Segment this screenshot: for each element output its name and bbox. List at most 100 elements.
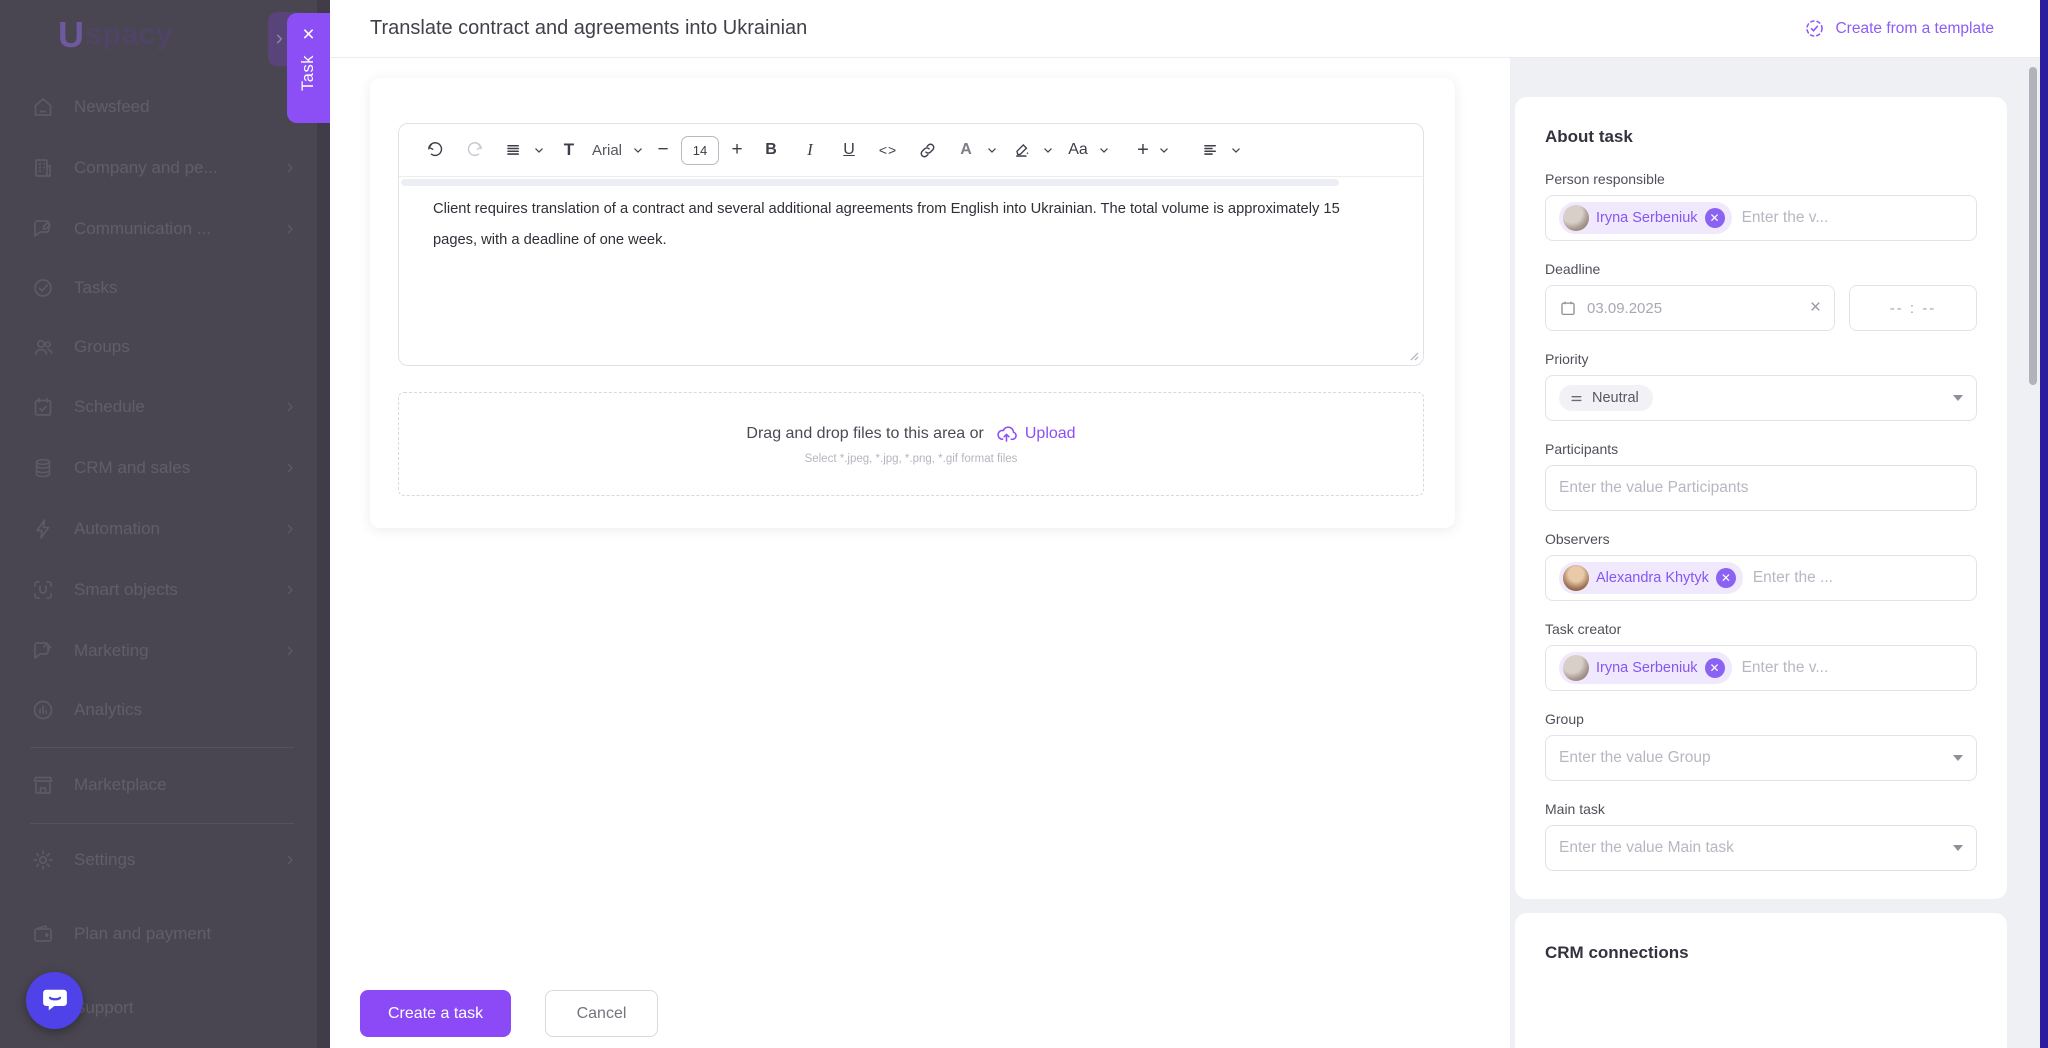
file-dropzone[interactable]: Drag and drop files to this area or Uplo… (398, 392, 1424, 496)
field-label: Person responsible (1545, 171, 1665, 187)
italic-button[interactable]: I (794, 133, 826, 167)
align-left-icon (1194, 133, 1226, 167)
bold-button[interactable]: B (755, 133, 787, 167)
rich-text-editor[interactable]: T Arial − 14 + B I U <> A Aa + Client re… (398, 123, 1424, 366)
crm-connections-heading: CRM connections (1545, 943, 1689, 962)
create-from-template-button[interactable]: Create from a template (1804, 18, 1994, 39)
deadline-time-value: -- : -- (1889, 299, 1937, 317)
observers-input[interactable]: Alexandra Khytyk ✕ Enter the ... (1545, 555, 1977, 601)
sidebar-item-company[interactable]: Company and pe... (30, 148, 304, 188)
sidebar-item-newsfeed[interactable]: Newsfeed (30, 87, 304, 127)
user-chip-name: Alexandra Khytyk (1596, 570, 1709, 586)
text-case-button[interactable]: Aa (1062, 133, 1111, 167)
user-chip-name: Iryna Serbeniuk (1596, 210, 1698, 226)
sidebar-item-label: Newsfeed (74, 97, 150, 116)
chevron-right-icon (282, 852, 298, 868)
priority-value: Neutral (1592, 390, 1639, 406)
group-select[interactable]: Enter the value Group (1545, 735, 1977, 781)
remove-chip-icon[interactable]: ✕ (1704, 658, 1725, 678)
sidebar-item-automation[interactable]: Automation (30, 509, 304, 549)
font-size-box[interactable]: 14 (681, 135, 720, 165)
chevron-right-icon (282, 460, 298, 476)
dropzone-text: Drag and drop files to this area or (746, 424, 984, 442)
sidebar-item-label: Marketplace (74, 775, 167, 794)
link-icon[interactable] (911, 133, 943, 167)
highlight-button[interactable] (1006, 133, 1055, 167)
insert-button[interactable]: + (1132, 133, 1171, 167)
sidebar-item-smart-objects[interactable]: Smart objects (30, 570, 304, 610)
caret-down-icon (1953, 395, 1963, 401)
chat-launcher-button[interactable] (26, 972, 83, 1029)
align-button[interactable] (1194, 133, 1243, 167)
participants-input[interactable]: Enter the value Participants (1545, 465, 1977, 511)
modal-scrollbar-thumb[interactable] (2029, 67, 2037, 385)
scan-u-icon (30, 577, 56, 603)
sidebar-item-label: Settings (74, 850, 136, 869)
line-height-button[interactable] (497, 133, 546, 167)
avatar (1563, 565, 1589, 591)
description-card: T Arial − 14 + B I U <> A Aa + Client re… (370, 78, 1455, 528)
clear-date-icon[interactable]: × (1810, 297, 1821, 319)
input-placeholder: Enter the v... (1741, 209, 1829, 226)
field-label: Priority (1545, 351, 1589, 367)
sidebar-item-marketplace[interactable]: Marketplace (30, 765, 304, 805)
undo-icon[interactable] (419, 133, 451, 167)
code-button[interactable]: <> (872, 133, 904, 167)
sidebar-item-label: Communication ... (74, 219, 211, 238)
sidebar-item-label: Automation (74, 519, 160, 538)
increase-font-button[interactable]: + (726, 133, 748, 167)
modal-header: Translate contract and agreements into U… (330, 0, 2040, 58)
text-style-button[interactable]: T (553, 133, 585, 167)
font-color-button[interactable]: A (950, 133, 999, 167)
deadline-time-input[interactable]: -- : -- (1849, 285, 1977, 331)
sidebar-item-communication[interactable]: Communication ... (30, 209, 304, 249)
sidebar-item-groups[interactable]: Groups (30, 327, 304, 367)
building-icon (30, 155, 56, 181)
priority-select[interactable]: Neutral (1545, 375, 1977, 421)
redo-icon[interactable] (458, 133, 490, 167)
person-responsible-input[interactable]: Iryna Serbeniuk ✕ Enter the v... (1545, 195, 1977, 241)
main-task-select[interactable]: Enter the value Main task (1545, 825, 1977, 871)
wallet-icon (30, 921, 56, 947)
field-label: Task creator (1545, 621, 1622, 637)
remove-chip-icon[interactable]: ✕ (1704, 208, 1725, 228)
deadline-date-input[interactable]: 03.09.2025 × (1545, 285, 1835, 331)
sidebar-item-crm[interactable]: CRM and sales (30, 448, 304, 488)
create-task-button[interactable]: Create a task (360, 990, 512, 1037)
deadline-date-value: 03.09.2025 (1587, 299, 1663, 317)
font-family-select[interactable]: Arial (592, 142, 645, 159)
input-placeholder: Enter the value Group (1559, 749, 1711, 766)
user-chip: Iryna Serbeniuk ✕ (1559, 202, 1732, 234)
remove-chip-icon[interactable]: ✕ (1715, 568, 1736, 588)
sidebar-item-label: Schedule (74, 397, 145, 416)
resize-handle[interactable] (1407, 349, 1419, 361)
sidebar-item-label: Groups (74, 337, 130, 356)
decrease-font-button[interactable]: − (652, 133, 674, 167)
calendar-icon (1559, 299, 1577, 317)
upload-label: Upload (1024, 424, 1076, 442)
sidebar-item-tasks[interactable]: Tasks (30, 268, 304, 308)
task-tab-label: Task (299, 55, 317, 91)
chevron-right-icon (282, 399, 298, 415)
sidebar-item-label: Smart objects (74, 580, 178, 599)
modal-right-column: About task Person responsible Iryna Serb… (1510, 58, 2040, 1048)
chevron-down-icon (1097, 143, 1111, 157)
cloud-upload-icon (996, 423, 1017, 444)
sidebar-item-marketing[interactable]: Marketing (30, 631, 304, 671)
task-description-text[interactable]: Client requires translation of a contrac… (433, 194, 1373, 256)
sidebar-item-schedule[interactable]: Schedule (30, 387, 304, 427)
task-creator-input[interactable]: Iryna Serbeniuk ✕ Enter the v... (1545, 645, 1977, 691)
toolbar-scrollbar[interactable] (401, 179, 1339, 186)
cancel-button[interactable]: Cancel (545, 990, 658, 1037)
task-drawer-tab[interactable]: × Task (287, 13, 330, 123)
sidebar-item-plan-payment[interactable]: Plan and payment (30, 914, 304, 954)
coins-stack-icon (30, 455, 56, 481)
logo-u-mark: U (58, 14, 85, 55)
upload-button[interactable]: Upload (996, 423, 1076, 444)
sidebar-item-analytics[interactable]: Analytics (30, 690, 304, 730)
page-edge-strip (2040, 0, 2048, 1048)
close-icon[interactable]: × (302, 24, 314, 45)
underline-button[interactable]: U (833, 133, 865, 167)
sidebar-item-settings[interactable]: Settings (30, 840, 304, 880)
chevron-down-icon (631, 143, 645, 157)
